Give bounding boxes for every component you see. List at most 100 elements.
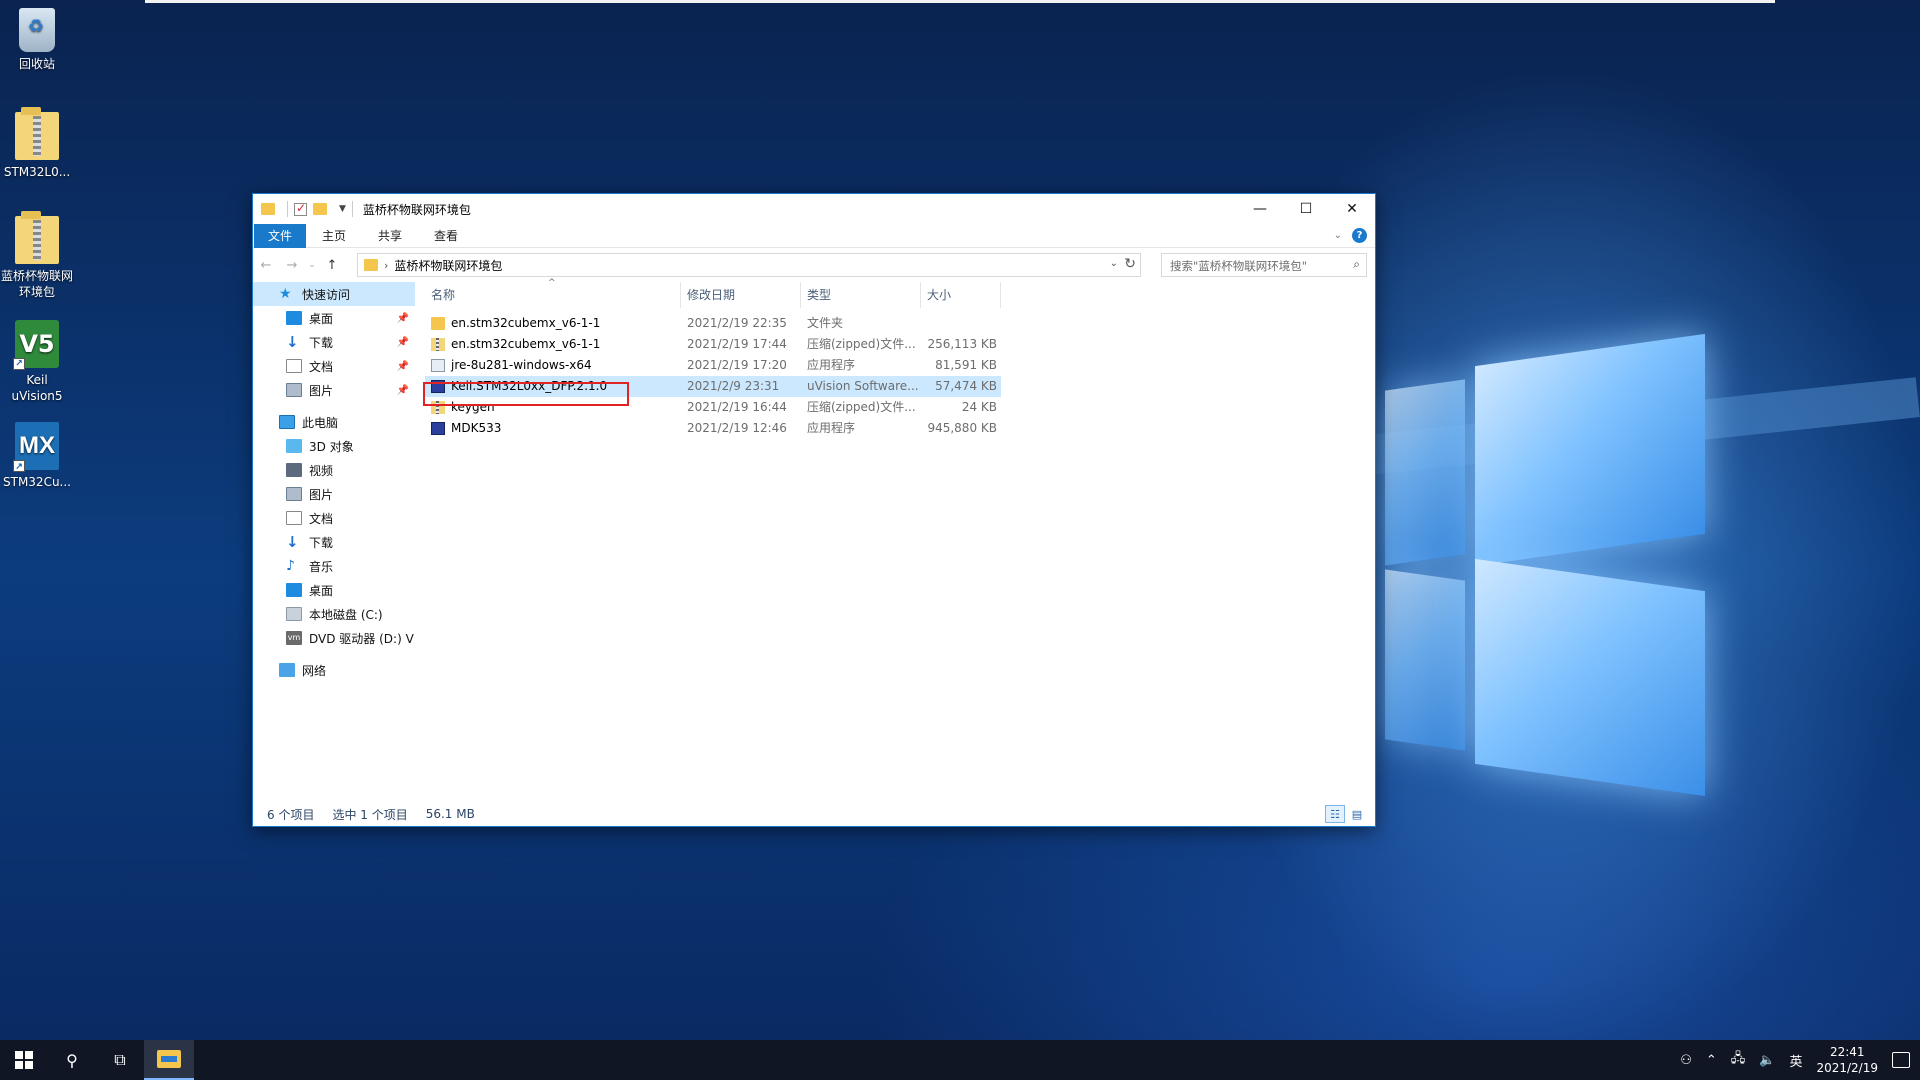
desktop-icon-stm32l0-zip[interactable]: STM32L0... (0, 107, 74, 180)
nav-network[interactable]: 网络 (253, 658, 415, 682)
nav-quick-documents[interactable]: 文档 📌 (253, 354, 415, 378)
tab-home[interactable]: 主页 (306, 224, 362, 248)
forward-button[interactable]: → (279, 258, 305, 273)
file-list: ^ 名称 修改日期 类型 大小 en.stm32cubemx_v6-1-1 20… (425, 278, 1373, 794)
recent-locations-button[interactable]: ⌄ (305, 260, 319, 270)
system-tray: ⚇ ⌃ 🖧 🔈 英 22:41 2021/2/19 (1680, 1040, 1920, 1080)
file-date: 2021/2/9 23:31 (687, 379, 780, 393)
search-icon[interactable]: ⌕ (1353, 257, 1360, 272)
refresh-icon[interactable]: ↻ (1124, 256, 1136, 272)
nav-pictures[interactable]: 图片 (253, 482, 415, 506)
zip-icon (431, 338, 445, 351)
search-button[interactable]: ⚲ (48, 1040, 96, 1080)
task-view-button[interactable]: ⧉ (96, 1040, 144, 1080)
address-bar[interactable]: › 蓝桥杯物联网环境包 ⌄ ↻ (357, 253, 1141, 277)
pin-icon[interactable]: 📌 (397, 385, 409, 396)
music-icon: ♪ (286, 558, 295, 574)
search-placeholder: 搜索"蓝桥杯物联网环境包" (1170, 259, 1308, 273)
minimize-button[interactable]: — (1237, 194, 1283, 224)
search-icon: ⚲ (66, 1050, 78, 1070)
tab-file[interactable]: 文件 (254, 223, 307, 248)
nav-music[interactable]: ♪ 音乐 (253, 554, 415, 578)
file-row[interactable]: MDK533 2021/2/19 12:46 应用程序 945,880 KB (425, 418, 1001, 439)
nav-documents[interactable]: 文档 (253, 506, 415, 530)
customize-toolbar-dropdown-icon[interactable]: ▼ (339, 204, 346, 214)
show-hidden-icons-chevron-icon[interactable]: ⌃ (1706, 1053, 1717, 1068)
title-bar[interactable]: ▼ 蓝桥杯物联网环境包 — ☐ ✕ (253, 194, 1375, 224)
nav-label: 图片 (309, 487, 334, 502)
tab-share[interactable]: 共享 (362, 224, 418, 248)
help-icon[interactable]: ? (1352, 228, 1367, 243)
network-status-icon[interactable]: 🖧 (1731, 1049, 1746, 1071)
nav-quick-desktop[interactable]: 桌面 📌 (253, 306, 415, 330)
file-row-selected[interactable]: Keil.STM32L0xx_DFP.2.1.0 2021/2/9 23:31 … (425, 376, 1001, 397)
search-input[interactable]: 搜索"蓝桥杯物联网环境包" ⌕ (1161, 253, 1367, 277)
details-view-icon[interactable]: ☷ (1325, 805, 1345, 823)
expand-ribbon-chevron-icon[interactable]: ⌄ (1334, 230, 1342, 241)
address-dropdown-icon[interactable]: ⌄ (1110, 258, 1118, 269)
new-folder-icon[interactable] (313, 203, 327, 215)
network-icon (279, 663, 295, 677)
pin-icon[interactable]: 📌 (397, 361, 409, 372)
file-row[interactable]: jre-8u281-windows-x64 2021/2/19 17:20 应用… (425, 355, 1001, 376)
desktop: 回收站 STM32L0... 蓝桥杯物联网环境包 V5↗ Keil uVisio… (0, 0, 1920, 1040)
input-method-indicator[interactable]: 英 (1789, 1051, 1802, 1070)
shortcut-arrow-icon: ↗ (13, 460, 25, 472)
folder-icon (261, 203, 275, 215)
desktop-icon-keil[interactable]: V5 ↗ Keil uVision5 (0, 320, 74, 404)
maximize-button[interactable]: ☐ (1283, 194, 1329, 224)
volume-icon[interactable]: 🔈 (1759, 1053, 1775, 1068)
nav-dvd-drive-d[interactable]: vm DVD 驱动器 (D:) V (253, 626, 415, 650)
start-button[interactable] (0, 1040, 48, 1080)
nav-3d-objects[interactable]: 3D 对象 (253, 434, 415, 458)
3d-objects-icon (286, 439, 302, 453)
close-button[interactable]: ✕ (1329, 194, 1375, 224)
file-name: Keil.STM32L0xx_DFP.2.1.0 (451, 379, 608, 393)
file-row[interactable]: en.stm32cubemx_v6-1-1 2021/2/19 22:35 文件… (425, 313, 1001, 334)
selection-size: 56.1 MB (425, 807, 475, 821)
notification-center-icon[interactable] (1892, 1052, 1910, 1068)
people-icon[interactable]: ⚇ (1680, 1053, 1692, 1068)
video-icon (286, 463, 302, 477)
file-type: uVision Software... (807, 379, 919, 393)
nav-this-pc[interactable]: 此电脑 (253, 410, 415, 434)
column-header-type[interactable]: 类型 (801, 282, 921, 308)
nav-quick-access[interactable]: ★ 快速访问 (253, 282, 415, 306)
large-icons-view-icon[interactable]: ▤ (1347, 805, 1367, 823)
desktop-icon-label: 蓝桥杯物联网环境包 (0, 269, 73, 299)
properties-icon[interactable] (294, 201, 307, 216)
clock[interactable]: 22:41 2021/2/19 (1816, 1044, 1878, 1076)
file-row[interactable]: en.stm32cubemx_v6-1-1 2021/2/19 17:44 压缩… (425, 334, 1001, 355)
column-header-name[interactable]: 名称 (425, 282, 681, 308)
nav-local-disk-c[interactable]: 本地磁盘 (C:) (253, 602, 415, 626)
nav-videos[interactable]: 视频 (253, 458, 415, 482)
uvision-pack-icon (431, 380, 445, 393)
file-date: 2021/2/19 16:44 (687, 400, 787, 414)
desktop-icon-env-package[interactable]: 蓝桥杯物联网环境包 (0, 211, 74, 300)
nav-label: 本地磁盘 (C:) (309, 607, 383, 622)
nav-quick-pictures[interactable]: 图片 📌 (253, 378, 415, 402)
column-header-date[interactable]: 修改日期 (681, 282, 801, 308)
tab-view[interactable]: 查看 (418, 224, 474, 248)
breadcrumb-chevron-icon[interactable]: › (384, 259, 388, 272)
pin-icon[interactable]: 📌 (397, 313, 409, 324)
shortcut-arrow-icon: ↗ (13, 358, 25, 370)
nav-desktop[interactable]: 桌面 (253, 578, 415, 602)
pin-icon[interactable]: 📌 (397, 337, 409, 348)
breadcrumb-current-folder[interactable]: 蓝桥杯物联网环境包 (394, 257, 502, 274)
desktop-icon-recycle-bin[interactable]: 回收站 (0, 8, 74, 72)
file-size: 256,113 KB (927, 337, 997, 351)
nav-quick-downloads[interactable]: ↓ 下载 📌 (253, 330, 415, 354)
document-icon (286, 511, 302, 525)
nav-downloads[interactable]: ↓ 下载 (253, 530, 415, 554)
quick-access-toolbar: ▼ (253, 194, 353, 224)
nav-label: 文档 (309, 511, 334, 526)
back-button[interactable]: ← (253, 258, 279, 273)
column-header-size[interactable]: 大小 (921, 282, 1001, 308)
file-row[interactable]: keygen 2021/2/19 16:44 压缩(zipped)文件... 2… (425, 397, 1001, 418)
desktop-icon-stm32cubemx[interactable]: MX ↗ STM32Cu... (0, 422, 74, 490)
nav-label: 视频 (309, 463, 334, 478)
taskbar-file-explorer[interactable] (144, 1040, 194, 1080)
file-type: 文件夹 (807, 316, 844, 330)
up-button[interactable]: ↑ (319, 258, 345, 273)
